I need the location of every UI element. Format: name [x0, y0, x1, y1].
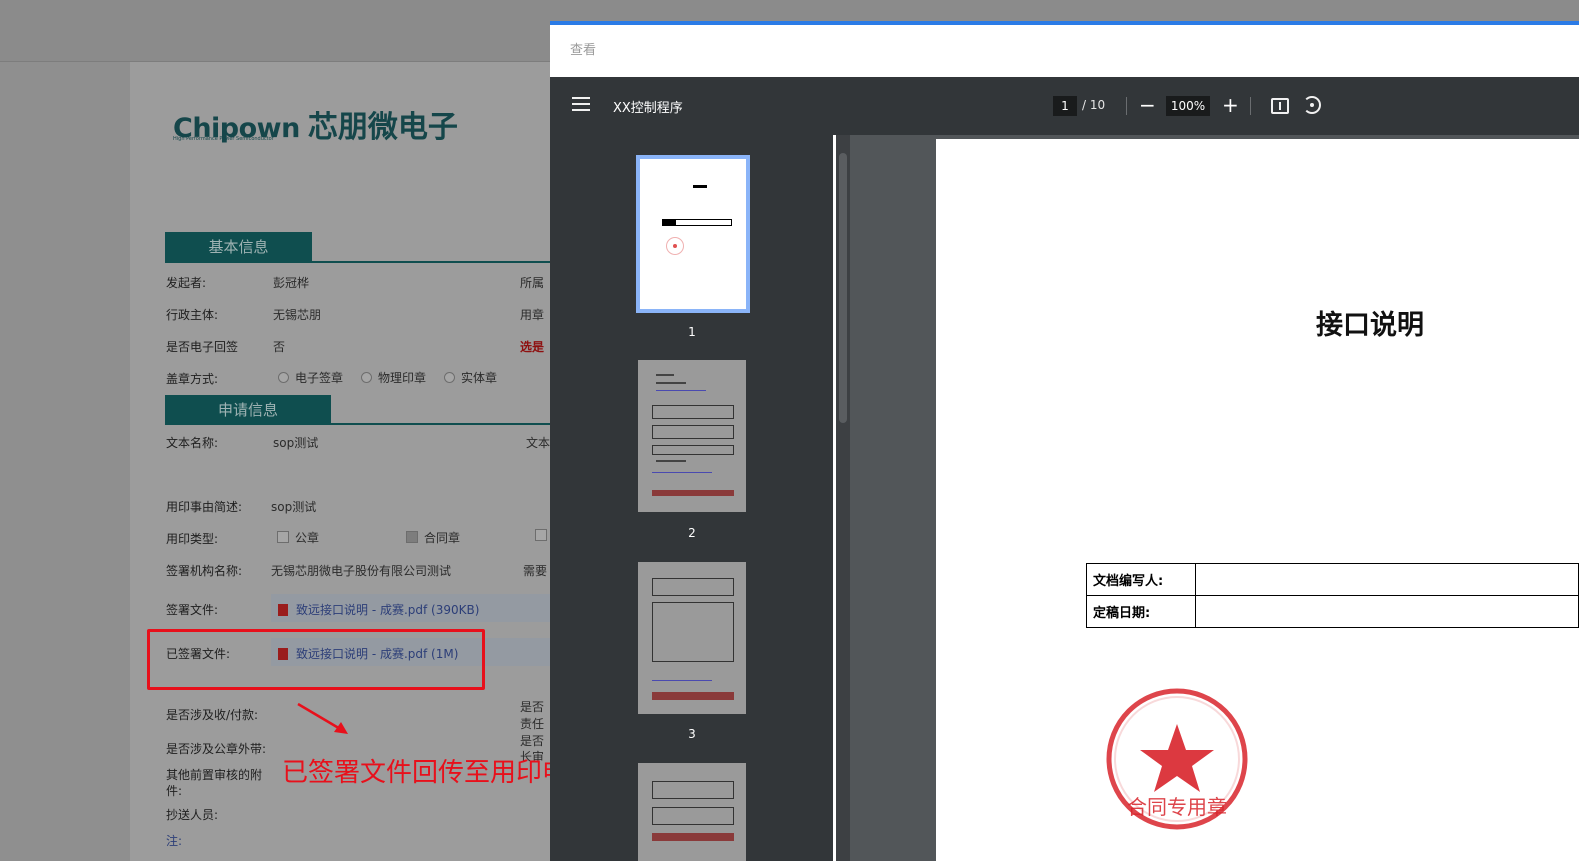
- company-logo: Chipown 芯朋微电子 High Performance Power Semi…: [173, 102, 458, 146]
- seal-mode-option-3[interactable]: 实体章: [444, 369, 497, 386]
- pdf-doc-title: XX控制程序: [613, 101, 683, 116]
- thumbnail-sidebar: 1 2 3: [550, 135, 833, 861]
- seal-usage-label: 用章: [520, 308, 545, 322]
- thumbnail-page-2[interactable]: [638, 360, 746, 512]
- zoom-input[interactable]: 100%: [1166, 96, 1210, 116]
- sign-file-label: 签署文件:: [166, 603, 219, 617]
- checkbox-icon[interactable]: [535, 529, 547, 541]
- toolbar-separator: [1126, 97, 1127, 115]
- pdf-toolbar: XX控制程序 1 / 10 − 100% +: [550, 77, 1579, 135]
- note-label: 注:: [166, 834, 183, 848]
- initiator-label: 发起者:: [166, 276, 207, 290]
- arrow-icon: [297, 702, 348, 734]
- logo-chinese: 芯朋微电子: [307, 110, 458, 145]
- section-application-info: 申请信息: [165, 395, 331, 425]
- table-row: 文档编写人:: [1086, 563, 1579, 596]
- thumbnail-number: 3: [688, 727, 696, 741]
- fit-page-icon[interactable]: [1271, 98, 1289, 114]
- seal-type-official[interactable]: 公章: [277, 529, 319, 546]
- section-divider: [165, 261, 570, 263]
- sidebar-scrollbar[interactable]: [836, 135, 850, 861]
- table-cell-value: [1194, 563, 1579, 596]
- thumbnail-page-4[interactable]: [638, 763, 746, 861]
- esign-warning: 选是: [520, 340, 545, 354]
- section-divider: [165, 423, 570, 425]
- doc-name-value: sop测试: [273, 436, 319, 450]
- reason-label: 用印事由简述:: [166, 500, 243, 514]
- esign-label: 是否电子回签: [166, 340, 239, 354]
- seal-type-label: 用印类型:: [166, 532, 219, 546]
- table-cell-value: [1194, 595, 1579, 628]
- checkbox-icon[interactable]: [277, 531, 289, 543]
- page-total: / 10: [1082, 98, 1106, 112]
- minus-icon[interactable]: −: [1139, 91, 1156, 119]
- seal-mode-label: 盖章方式:: [166, 372, 219, 386]
- admin-entity-label: 行政主体:: [166, 308, 219, 322]
- checkbox-checked-icon[interactable]: [406, 531, 418, 543]
- admin-entity-value: 无锡芯朋: [273, 308, 322, 322]
- page-number-input[interactable]: 1: [1053, 96, 1077, 116]
- thumbnail-number: 1: [688, 325, 696, 339]
- screen: Chipown 芯朋微电子 High Performance Power Semi…: [0, 0, 1579, 861]
- thumbnail-page-1[interactable]: [636, 155, 750, 313]
- sign-file-link[interactable]: 致远接口说明 - 成赛.pdf (390KB): [278, 601, 479, 618]
- document-info-table: 文档编写人: 定稿日期:: [1086, 563, 1579, 628]
- toolbar-separator: [1250, 97, 1251, 115]
- dialog-title: 查看: [550, 25, 1579, 77]
- table-cell-label: 文档编写人:: [1086, 563, 1196, 596]
- org-label: 签署机构名称:: [166, 564, 243, 578]
- initiator-value: 彭冠桦: [273, 276, 310, 290]
- doc-name-label: 文本名称:: [166, 436, 219, 450]
- required-label: 需要: [523, 564, 548, 578]
- seal-mode-option-2[interactable]: 物理印章: [361, 369, 426, 386]
- pdf-icon: [278, 604, 288, 616]
- highlight-box: [147, 629, 485, 690]
- responsibility-label: 责任: [520, 717, 545, 731]
- thumbnail-page-3[interactable]: [638, 562, 746, 714]
- reason-value: sop测试: [271, 500, 317, 514]
- cc-label: 抄送人员:: [166, 808, 219, 822]
- payment-right-label: 是否: [520, 700, 545, 714]
- seal-text: 合同专用章: [1127, 795, 1227, 819]
- rotate-icon[interactable]: [1303, 96, 1321, 114]
- payment-label: 是否涉及收/付款:: [166, 708, 259, 722]
- department-label: 所属: [520, 276, 545, 290]
- doc-type-label: 文本: [526, 436, 551, 450]
- scrollbar-thumb[interactable]: [839, 153, 847, 423]
- other-attachments-label: 其他前置审核的附件:: [166, 768, 263, 798]
- viewer-dialog: 查看 XX控制程序 1 / 10 − 100% + 1 2 3 接口说明 文档编…: [550, 21, 1579, 861]
- section-basic-info: 基本信息: [165, 232, 312, 262]
- menu-icon[interactable]: [572, 97, 590, 115]
- radio-icon[interactable]: [444, 372, 455, 383]
- document-heading: 接口说明: [1316, 310, 1424, 341]
- contract-seal-icon: 合同专用章: [1106, 688, 1248, 830]
- table-row: 定稿日期:: [1086, 595, 1579, 628]
- seal-mode-option-1[interactable]: 电子签章: [278, 369, 343, 386]
- org-value: 无锡芯朋微电子股份有限公司测试: [271, 564, 452, 578]
- radio-icon[interactable]: [361, 372, 372, 383]
- external-right-label: 是否: [520, 734, 545, 748]
- logo-tagline: High Performance Power Semiconductor: [173, 136, 274, 142]
- seal-application-form: Chipown 芯朋微电子 High Performance Power Semi…: [130, 62, 570, 861]
- seal-type-contract[interactable]: 合同章: [406, 529, 460, 546]
- esign-value: 否: [273, 340, 286, 354]
- left-gutter: [0, 62, 130, 861]
- table-cell-label: 定稿日期:: [1086, 595, 1196, 628]
- plus-icon[interactable]: +: [1222, 91, 1239, 119]
- thumbnail-number: 2: [688, 526, 696, 540]
- pdf-page: 接口说明 文档编写人: 定稿日期: 合同专用章: [936, 139, 1579, 861]
- radio-icon[interactable]: [278, 372, 289, 383]
- pdf-viewport[interactable]: 接口说明 文档编写人: 定稿日期: 合同专用章: [850, 135, 1579, 861]
- external-seal-label: 是否涉及公章外带:: [166, 742, 267, 756]
